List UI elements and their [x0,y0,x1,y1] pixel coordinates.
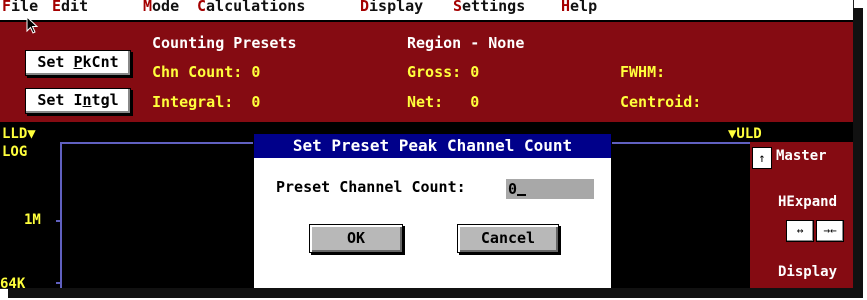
fwhm-label: FWHM: [620,63,666,81]
uld-marker[interactable]: ▼ULD [728,126,762,142]
chn-count-value: Chn Count: 0 [152,63,261,81]
expand-button[interactable]: ↔ [786,220,814,242]
scroll-up-button[interactable]: ↑ [752,147,772,169]
menu-bar: File Edit Mode Calculations Display Sett… [0,0,853,21]
menu-help[interactable]: Help [561,0,597,16]
log-scale-label: LOG [2,144,28,160]
region-label: Region - None [407,34,525,52]
preset-channel-count-label: Preset Channel Count: [276,178,466,196]
app-screen: File Edit Mode Calculations Display Sett… [0,0,854,289]
integral-value: Integral: 0 [152,93,261,111]
master-label: Master [776,148,827,164]
mouse-pointer-icon [26,16,39,34]
window-shadow [853,8,863,296]
set-intgl-button[interactable]: Set Intgl [25,88,131,114]
menu-display[interactable]: Display [360,0,423,16]
menu-file[interactable]: File [2,0,38,16]
text-caret [517,194,527,196]
window-shadow [8,288,863,298]
set-pkcnt-button[interactable]: Set PkCnt [25,50,131,76]
y-label-1m: 1M [24,212,41,228]
preset-channel-count-input[interactable]: 0 [506,179,594,199]
ok-button[interactable]: OK [309,224,403,253]
lld-marker[interactable]: LLD▼ [2,126,36,142]
menu-mode[interactable]: Mode [143,0,179,16]
display-label: Display [778,264,838,280]
cancel-button[interactable]: Cancel [457,224,559,253]
preset-channel-count-value: 0 [508,180,518,198]
counting-presets-heading: Counting Presets [152,34,297,52]
net-value: Net: 0 [407,93,480,111]
contract-button[interactable]: →← [816,220,844,242]
preset-peak-channel-count-dialog: Set Preset Peak Channel Count Preset Cha… [253,133,612,288]
menu-calculations[interactable]: Calculations [197,0,305,16]
vertical-scrollbar[interactable] [752,168,770,288]
counting-presets-panel: Set PkCnt Set Intgl Counting Presets Chn… [0,22,853,122]
gross-value: Gross: 0 [407,63,480,81]
centroid-label: Centroid: [620,93,702,111]
menu-settings[interactable]: Settings [453,0,525,16]
menu-edit[interactable]: Edit [52,0,88,16]
dialog-title: Set Preset Peak Channel Count [254,134,611,158]
hexpand-label: HExpand [778,194,838,210]
